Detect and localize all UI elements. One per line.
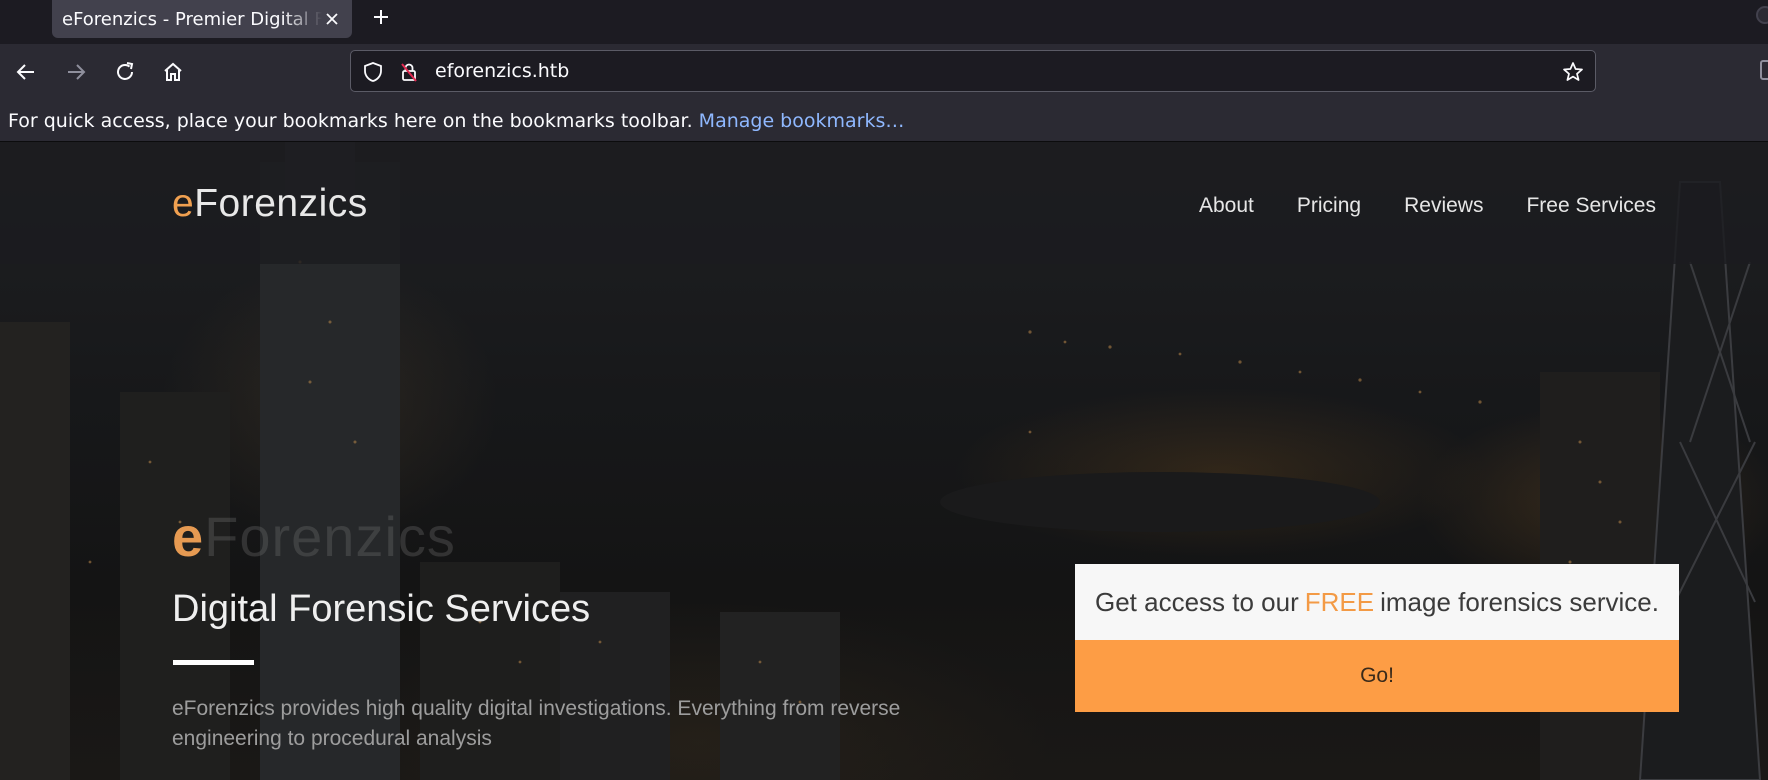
manage-bookmarks-link[interactable]: Manage bookmarks… <box>699 110 905 132</box>
hero-description: eForenzics provides high quality digital… <box>172 697 901 750</box>
nav-pricing[interactable]: Pricing <box>1297 194 1361 218</box>
account-icon[interactable] <box>1756 6 1768 24</box>
cta-text-before: Get access to our <box>1095 586 1299 617</box>
shield-icon[interactable] <box>361 60 385 84</box>
extensions-icon[interactable] <box>1760 60 1768 80</box>
cta-message: Get access to our FREE image forensics s… <box>1075 564 1679 640</box>
logo-text: Forenzics <box>194 182 368 225</box>
tab-strip: eForenzics - Premier Digital Forensics <box>0 0 1768 44</box>
site-header: eForenzics About Pricing Reviews Free Se… <box>0 142 1768 264</box>
bookmarks-message: For quick access, place your bookmarks h… <box>8 110 693 132</box>
bookmark-star-icon[interactable] <box>1561 60 1585 84</box>
page-viewport: eForenzics About Pricing Reviews Free Se… <box>0 142 1768 780</box>
site-logo[interactable]: eForenzics <box>172 182 368 226</box>
nav-free-services[interactable]: Free Services <box>1526 194 1656 218</box>
free-service-card: Get access to our FREE image forensics s… <box>1075 564 1679 712</box>
hero-brand: eForenzics <box>172 504 456 569</box>
cta-free-highlight: FREE <box>1304 586 1375 617</box>
tab-title: eForenzics - Premier Digital Forensics <box>62 8 322 30</box>
url-bar[interactable]: eforenzics.htb <box>350 50 1596 92</box>
hero-title: Digital Forensic Services <box>172 588 591 630</box>
reload-icon[interactable] <box>109 56 141 88</box>
main-nav: About Pricing Reviews Free Services <box>1156 194 1656 218</box>
bookmarks-toolbar: For quick access, place your bookmarks h… <box>0 100 1768 142</box>
logo-accent: e <box>172 182 195 225</box>
hero-brand-text: Forenzics <box>204 505 456 568</box>
browser-tab[interactable]: eForenzics - Premier Digital Forensics <box>52 0 352 38</box>
nav-about[interactable]: About <box>1199 194 1254 218</box>
url-text[interactable]: eforenzics.htb <box>435 60 569 82</box>
navigation-toolbar: eforenzics.htb <box>0 44 1768 100</box>
bookmarks-message-row: For quick access, place your bookmarks h… <box>8 110 904 132</box>
hero-divider <box>173 660 254 665</box>
insecure-lock-icon[interactable] <box>397 60 421 84</box>
close-tab-icon[interactable] <box>322 9 342 29</box>
nav-reviews[interactable]: Reviews <box>1404 194 1483 218</box>
forward-arrow-icon[interactable] <box>60 56 92 88</box>
home-icon[interactable] <box>157 56 189 88</box>
go-button[interactable]: Go! <box>1075 640 1679 712</box>
cta-text-after: image forensics service. <box>1380 586 1659 617</box>
new-tab-plus-icon[interactable] <box>368 2 394 32</box>
hero-brand-accent: e <box>172 505 205 568</box>
back-arrow-icon[interactable] <box>10 56 42 88</box>
